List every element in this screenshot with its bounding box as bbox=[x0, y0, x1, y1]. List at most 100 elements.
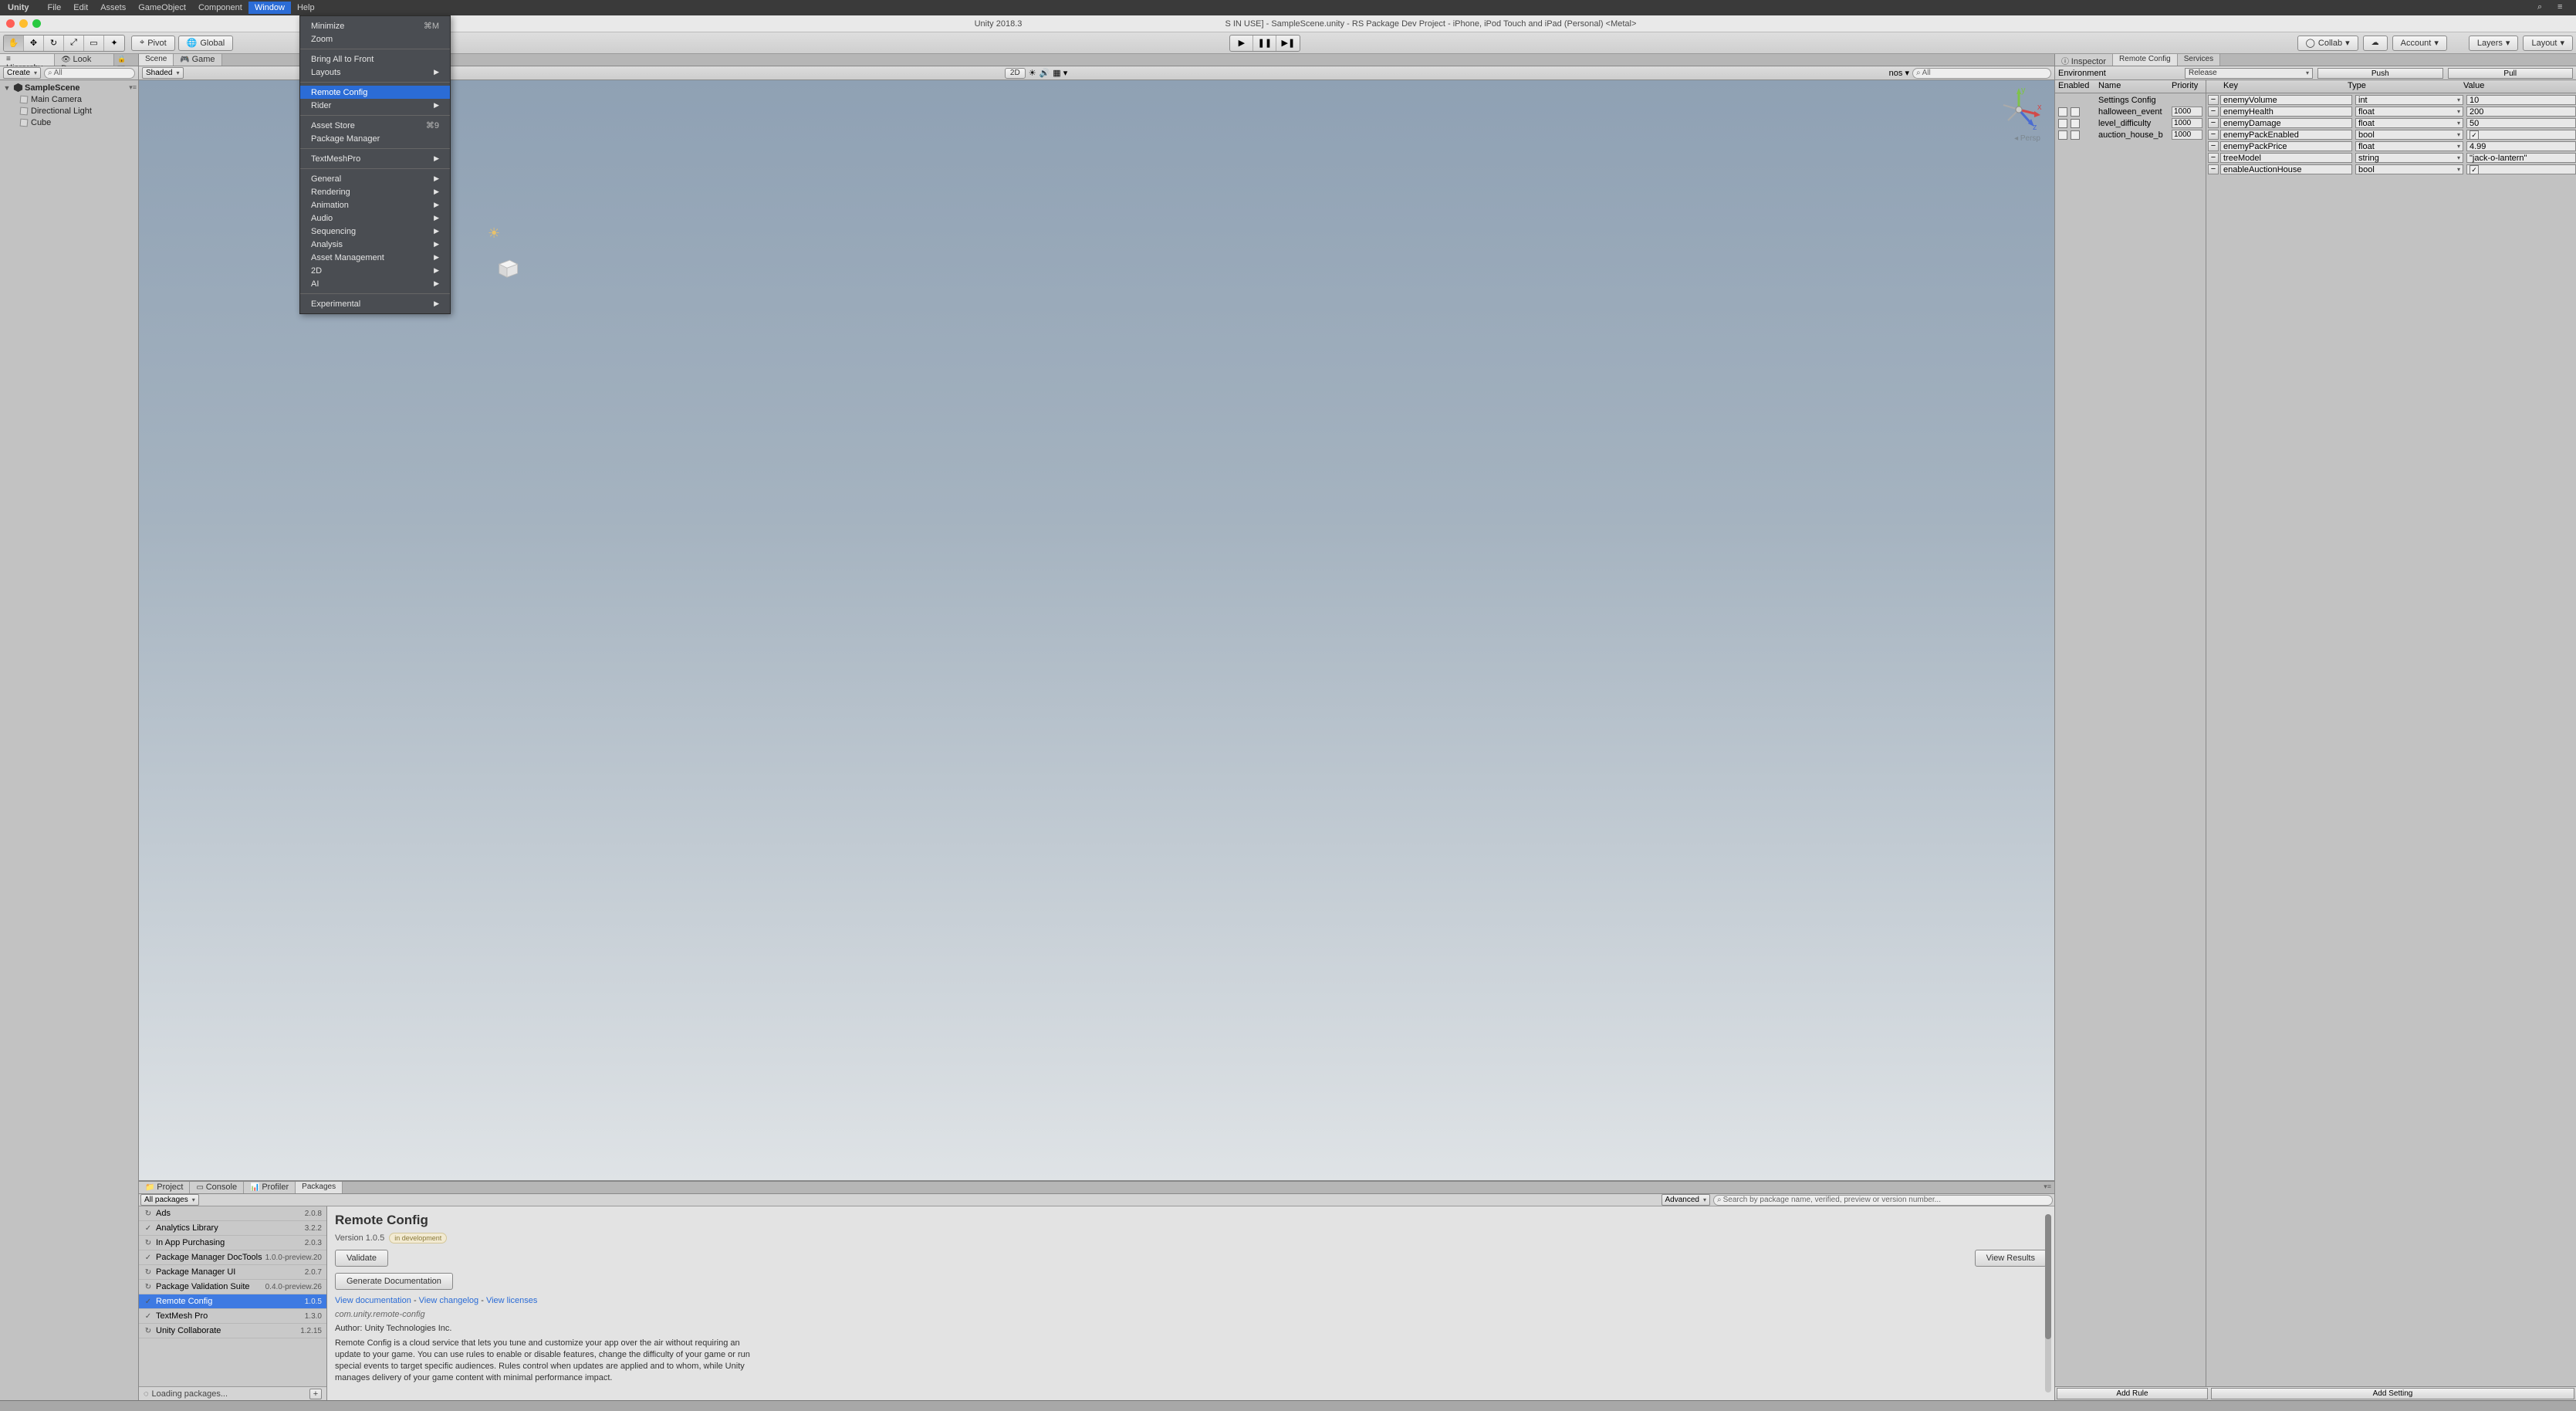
setting-value-input[interactable]: 4.99 bbox=[2466, 141, 2576, 151]
tab-hierarchy[interactable]: ≡ Hierarchy bbox=[0, 54, 55, 66]
hierarchy-item[interactable]: Cube bbox=[2, 117, 137, 128]
menu-item-textmeshpro[interactable]: TextMeshPro▶ bbox=[300, 152, 450, 165]
remove-setting-button[interactable]: − bbox=[2208, 141, 2219, 151]
panel-menu-icon[interactable]: ▾≡ bbox=[2040, 1182, 2054, 1193]
move-tool[interactable]: ✥ bbox=[24, 36, 44, 51]
pivot-button[interactable]: ⌖Pivot bbox=[131, 36, 175, 51]
menu-item-layouts[interactable]: Layouts▶ bbox=[300, 66, 450, 79]
pkg-advanced-dropdown[interactable]: Advanced bbox=[1662, 1194, 1711, 1206]
hand-tool[interactable]: ✋ bbox=[4, 36, 24, 51]
package-row[interactable]: ✓Package Manager DocTools1.0.0-preview.2… bbox=[139, 1250, 326, 1265]
setting-value-input[interactable]: 50 bbox=[2466, 118, 2576, 128]
tab-inspector[interactable]: ⓘ Inspector bbox=[2055, 54, 2113, 66]
pull-button[interactable]: Pull bbox=[2448, 68, 2574, 79]
remove-setting-button[interactable]: − bbox=[2208, 95, 2219, 105]
rotate-tool[interactable]: ↻ bbox=[44, 36, 64, 51]
env-dropdown[interactable]: Release bbox=[2185, 68, 2313, 79]
light-toggle[interactable]: ☀ bbox=[1029, 68, 1036, 78]
view-documentation-link[interactable]: View documentation bbox=[335, 1296, 411, 1305]
combined-tool[interactable]: ✦ bbox=[104, 36, 124, 51]
view-licenses-link[interactable]: View licenses bbox=[486, 1296, 537, 1305]
scene-row[interactable]: ▼ SampleScene ▾≡ bbox=[2, 82, 137, 93]
menu-edit[interactable]: Edit bbox=[67, 2, 94, 14]
tab-profiler[interactable]: 📊 Profiler bbox=[244, 1182, 296, 1193]
view-results-button[interactable]: View Results bbox=[1975, 1250, 2047, 1267]
setting-key-input[interactable]: enemyDamage bbox=[2220, 118, 2352, 128]
menu-item-animation[interactable]: Animation▶ bbox=[300, 198, 450, 211]
collab-button[interactable]: ◯Collab▾ bbox=[2297, 36, 2358, 51]
minimize-icon[interactable] bbox=[19, 19, 28, 28]
remove-setting-button[interactable]: − bbox=[2208, 130, 2219, 140]
menu-item-analysis[interactable]: Analysis▶ bbox=[300, 238, 450, 251]
tab-services[interactable]: Services bbox=[2178, 54, 2220, 66]
rule-enable-checkbox-2[interactable] bbox=[2071, 107, 2080, 117]
orientation-gizmo[interactable]: y x z bbox=[1996, 86, 2042, 133]
rule-row[interactable]: Settings Config bbox=[2055, 94, 2206, 106]
close-icon[interactable] bbox=[6, 19, 15, 28]
menu-item-bring-all-to-front[interactable]: Bring All to Front bbox=[300, 52, 450, 66]
layout-button[interactable]: Layout▾ bbox=[2523, 36, 2573, 51]
rule-enable-checkbox-2[interactable] bbox=[2071, 130, 2080, 140]
setting-key-input[interactable]: enemyPackEnabled bbox=[2220, 130, 2352, 140]
rule-priority-input[interactable] bbox=[2172, 107, 2202, 117]
hierarchy-search[interactable]: All bbox=[44, 68, 135, 79]
pkg-search-input[interactable]: Search by package name, verified, previe… bbox=[1713, 1195, 2053, 1206]
package-row[interactable]: ↻Ads2.0.8 bbox=[139, 1206, 326, 1221]
setting-key-input[interactable]: enemyHealth bbox=[2220, 107, 2352, 117]
search-icon[interactable]: ⌕ bbox=[2537, 2, 2548, 13]
package-row[interactable]: ↻In App Purchasing2.0.3 bbox=[139, 1236, 326, 1250]
validate-button[interactable]: Validate bbox=[335, 1250, 388, 1267]
menu-item-minimize[interactable]: Minimize⌘M bbox=[300, 19, 450, 32]
persp-label[interactable]: Persp bbox=[2014, 134, 2040, 143]
tab-project[interactable]: 📁 Project bbox=[139, 1182, 190, 1193]
setting-type-dropdown[interactable]: int bbox=[2355, 95, 2463, 105]
package-row[interactable]: ✓Analytics Library3.2.2 bbox=[139, 1221, 326, 1236]
setting-type-dropdown[interactable]: float bbox=[2355, 141, 2463, 151]
layers-button[interactable]: Layers▾ bbox=[2469, 36, 2519, 51]
package-row[interactable]: ↻Package Manager UI2.0.7 bbox=[139, 1265, 326, 1280]
menu-item-ai[interactable]: AI▶ bbox=[300, 277, 450, 290]
add-rule-button[interactable]: Add Rule bbox=[2057, 1388, 2208, 1399]
setting-checkbox[interactable]: ✓ bbox=[2470, 165, 2479, 174]
remove-setting-button[interactable]: − bbox=[2208, 118, 2219, 128]
tab-packages[interactable]: Packages bbox=[296, 1182, 343, 1193]
detail-scrollbar[interactable] bbox=[2045, 1214, 2051, 1392]
tab-console[interactable]: ▭ Console bbox=[190, 1182, 244, 1193]
rule-enable-checkbox[interactable] bbox=[2058, 107, 2067, 117]
hierarchy-item[interactable]: Main Camera bbox=[2, 93, 137, 105]
view-changelog-link[interactable]: View changelog bbox=[419, 1296, 478, 1305]
maximize-icon[interactable] bbox=[32, 19, 41, 28]
shaded-dropdown[interactable]: Shaded bbox=[142, 67, 184, 79]
light-gizmo-icon[interactable]: ☀ bbox=[488, 225, 500, 242]
setting-key-input[interactable]: enemyVolume bbox=[2220, 95, 2352, 105]
generate-doc-button[interactable]: Generate Documentation bbox=[335, 1273, 453, 1290]
menu-item-zoom[interactable]: Zoom bbox=[300, 32, 450, 46]
menu-icon[interactable]: ≡ bbox=[2557, 2, 2568, 13]
menu-item-asset-management[interactable]: Asset Management▶ bbox=[300, 251, 450, 264]
remove-setting-button[interactable]: − bbox=[2208, 153, 2219, 163]
cube-in-scene[interactable] bbox=[494, 256, 520, 279]
cloud-button[interactable]: ☁ bbox=[2363, 36, 2388, 51]
account-button[interactable]: Account▾ bbox=[2392, 36, 2447, 51]
menu-item-remote-config[interactable]: Remote Config bbox=[300, 86, 450, 99]
play-button[interactable]: ▶ bbox=[1230, 36, 1253, 51]
panel-menu-icon[interactable]: 🔒 ▾≡ bbox=[114, 54, 138, 66]
gizmos-dropdown[interactable]: nos ▾ bbox=[1889, 68, 1909, 78]
setting-value-input[interactable]: 200 bbox=[2466, 107, 2576, 117]
setting-key-input[interactable]: enableAuctionHouse bbox=[2220, 164, 2352, 174]
setting-type-dropdown[interactable]: float bbox=[2355, 118, 2463, 128]
tab-scene[interactable]: Scene bbox=[139, 54, 174, 66]
global-button[interactable]: 🌐Global bbox=[178, 36, 234, 51]
pkg-filter-dropdown[interactable]: All packages bbox=[140, 1194, 199, 1206]
menu-item-2d[interactable]: 2D▶ bbox=[300, 264, 450, 277]
2d-toggle[interactable]: 2D bbox=[1005, 68, 1026, 79]
rule-enable-checkbox[interactable] bbox=[2058, 119, 2067, 128]
tab-lookdev[interactable]: 👁 Look Dev bbox=[55, 54, 114, 66]
menu-item-general[interactable]: General▶ bbox=[300, 172, 450, 185]
audio-toggle[interactable]: 🔊 bbox=[1040, 68, 1050, 78]
create-dropdown[interactable]: Create bbox=[3, 67, 41, 79]
rule-row[interactable]: level_difficulty bbox=[2055, 117, 2206, 129]
rule-row[interactable]: auction_house_b bbox=[2055, 129, 2206, 140]
package-row[interactable]: ↻Package Validation Suite0.4.0-preview.2… bbox=[139, 1280, 326, 1294]
menu-window[interactable]: Window bbox=[248, 2, 291, 14]
